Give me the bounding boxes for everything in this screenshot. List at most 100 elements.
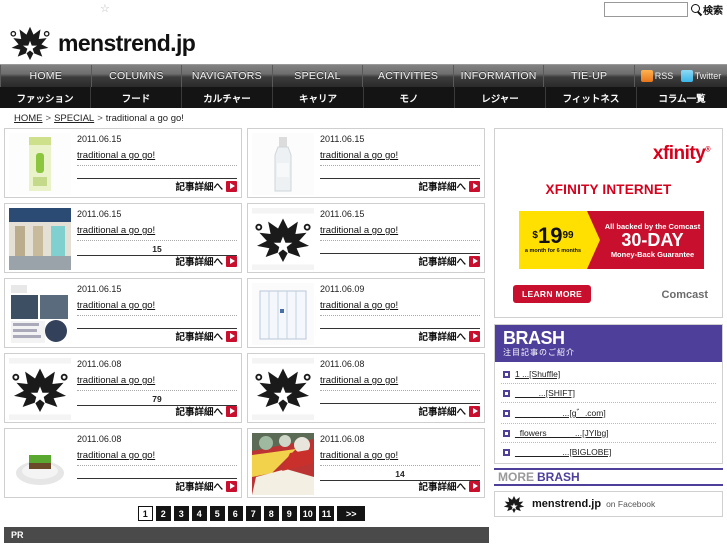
article-thumbnail[interactable] [9,283,71,345]
pagination-page-9[interactable]: 9 [281,506,297,521]
article-card[interactable]: 2011.06.08 traditional a go go! 記事詳細へ [4,428,242,498]
article-card[interactable]: 2011.06.15 traditional a go go! 記事詳細へ [4,128,242,198]
bookmark-star-icon[interactable]: ☆ [100,4,110,15]
article-card[interactable]: 2011.06.09 traditional a go go! 記事詳細へ [247,278,485,348]
article-date: 2011.06.08 [320,434,365,444]
subnav-item-fashion[interactable]: ファッション [0,87,91,108]
article-thumbnail[interactable] [252,208,314,270]
article-card[interactable]: 2011.06.15 traditional a go go! 記事詳細へ [247,203,485,273]
breadcrumb-separator: > [97,113,103,124]
subnav-item-food[interactable]: フード [91,87,182,108]
article-card[interactable]: 2011.06.08 traditional a go go! 79 記事詳細へ [4,353,242,423]
browser-toolbar: ☆ 検索 [0,0,727,22]
search-button[interactable]: 検索 [691,2,723,17]
brash-list-item[interactable]: _flowers______...[JYIbg] [501,424,716,443]
twitter-link[interactable]: Twitter [680,70,721,82]
article-thumbnail[interactable] [9,208,71,270]
brash-list-item[interactable]: _____...[SHIFT] [501,384,716,403]
nav-item-special[interactable]: SPECIAL [273,65,364,87]
site-title[interactable]: menstrend.jp [58,30,196,57]
pagination-next-button[interactable]: >> [337,506,366,521]
subnav-item-column-list[interactable]: コラム一覧 [637,87,727,108]
pagination-page-11[interactable]: 11 [318,506,335,521]
subnav-item-culture[interactable]: カルチャー [182,87,273,108]
nav-item-columns[interactable]: COLUMNS [92,65,183,87]
article-title-link[interactable]: traditional a go go! [320,149,398,162]
nav-item-information[interactable]: INFORMATION [454,65,545,87]
article-card[interactable]: 2011.06.08 traditional a go go! 14 記事詳細へ [247,428,485,498]
article-thumbnail[interactable] [9,433,71,495]
article-detail-link[interactable]: 記事詳細へ [175,479,237,493]
search-input[interactable] [604,2,688,17]
subnav-item-career[interactable]: キャリア [273,87,364,108]
brash-list-item[interactable]: __________...[g゛.com] [501,403,716,424]
article-detail-link[interactable]: 記事詳細へ [418,179,480,193]
breadcrumb-special[interactable]: SPECIAL [54,113,94,124]
ad-learn-more-button[interactable]: LEARN MORE [513,285,592,303]
article-thumbnail[interactable] [252,358,314,420]
article-title-link[interactable]: traditional a go go! [320,449,398,462]
pagination-page-1[interactable]: 1 [137,506,153,521]
article-thumbnail[interactable] [252,433,314,495]
article-detail-link[interactable]: 記事詳細へ [418,404,480,418]
article-date: 2011.06.09 [320,284,365,294]
article-thumbnail[interactable] [9,133,71,195]
article-detail-link[interactable]: 記事詳細へ [175,329,237,343]
nav-item-activities[interactable]: ACTIVITIES [363,65,454,87]
article-thumbnail[interactable] [9,358,71,420]
article-title-link[interactable]: traditional a go go! [320,299,398,312]
subnav-item-leisure[interactable]: レジャー [455,87,546,108]
article-detail-link[interactable]: 記事詳細へ [418,479,480,493]
article-title-link[interactable]: traditional a go go! [77,149,155,162]
nav-item-home[interactable]: HOME [0,65,92,87]
breadcrumb-home[interactable]: HOME [14,113,43,124]
xfinity-ad[interactable]: xfinity® XFINITY INTERNET $1999 a month … [494,128,723,318]
brash-list-item[interactable]: 1 ...[Shuffle] [501,365,716,384]
article-divider-dotted [77,390,237,391]
article-card[interactable]: 2011.06.15 traditional a go go! 15 記事詳細へ [4,203,242,273]
facebook-widget[interactable]: menstrend.jp on Facebook [494,491,723,517]
article-thumbnail[interactable] [252,283,314,345]
rss-link[interactable]: RSS [640,70,673,82]
article-title-link[interactable]: traditional a go go! [320,224,398,237]
pagination-page-4[interactable]: 4 [191,506,207,521]
article-body: 2011.06.15 traditional a go go! 記事詳細へ [77,283,237,343]
article-title-link[interactable]: traditional a go go! [77,449,155,462]
pagination-page-3[interactable]: 3 [173,506,189,521]
square-bullet-icon [503,448,510,456]
xfinity-logo: xfinity® [653,143,711,165]
subnav-item-mono[interactable]: モノ [364,87,455,108]
article-detail-link[interactable]: 記事詳細へ [175,254,237,268]
article-date: 2011.06.08 [77,434,122,444]
pagination-page-7[interactable]: 7 [245,506,261,521]
article-title-link[interactable]: traditional a go go! [77,224,155,237]
article-detail-link[interactable]: 記事詳細へ [418,329,480,343]
article-thumbnail[interactable] [252,133,314,195]
article-title-link[interactable]: traditional a go go! [77,374,155,387]
arrow-right-icon [469,255,480,267]
arrow-right-icon [469,405,480,417]
crown-logo-icon[interactable] [8,25,52,61]
article-title-link[interactable]: traditional a go go! [77,299,155,312]
article-detail-label: 記事詳細へ [418,407,466,418]
more-brash-link[interactable]: MORE BRASH [494,468,723,486]
brash-title: BRASH [503,328,565,348]
article-detail-link[interactable]: 記事詳細へ [175,404,237,418]
article-card[interactable]: 2011.06.15 traditional a go go! 記事詳細へ [247,128,485,198]
arrow-right-icon [226,255,237,267]
subnav-item-fitness[interactable]: フィットネス [546,87,637,108]
pagination-page-8[interactable]: 8 [263,506,279,521]
pagination-page-6[interactable]: 6 [227,506,243,521]
article-detail-link[interactable]: 記事詳細へ [175,179,237,193]
brash-list-item[interactable]: __________...[BIGLOBE] [501,443,716,461]
pagination-page-5[interactable]: 5 [209,506,225,521]
pagination-page-10[interactable]: 10 [299,506,316,521]
article-body: 2011.06.08 traditional a go go! 記事詳細へ [320,358,480,418]
nav-item-navigators[interactable]: NAVIGATORS [182,65,273,87]
article-card[interactable]: 2011.06.15 traditional a go go! 記事詳細へ [4,278,242,348]
article-card[interactable]: 2011.06.08 traditional a go go! 記事詳細へ [247,353,485,423]
article-title-link[interactable]: traditional a go go! [320,374,398,387]
article-detail-link[interactable]: 記事詳細へ [418,254,480,268]
pagination-page-2[interactable]: 2 [155,506,171,521]
nav-item-tieup[interactable]: TIE-UP [544,65,636,87]
